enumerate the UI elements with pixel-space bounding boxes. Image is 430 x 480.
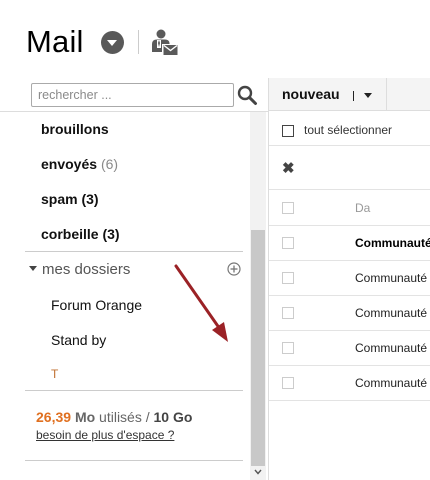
folder-sent[interactable]: envoyés (6) (41, 156, 118, 172)
storage-total: 10 Go (153, 409, 193, 425)
folder-drafts[interactable]: brouillons (41, 121, 109, 137)
subfolder-forum-orange[interactable]: Forum Orange (51, 297, 142, 313)
divider (25, 251, 243, 252)
close-icon[interactable]: ✖ (282, 159, 295, 177)
scroll-thumb[interactable] (251, 230, 265, 466)
app-title: Mail (26, 24, 84, 59)
subfolder-stand-by[interactable]: Stand by (51, 332, 106, 348)
message-sender: Communauté (355, 376, 428, 390)
folder-count: (3) (81, 191, 99, 207)
folder-count: (6) (100, 156, 119, 172)
message-row[interactable]: Communauté (269, 331, 430, 366)
divider (0, 111, 268, 112)
message-pane: nouveau tout sélectionner ✖ Da Communaut… (268, 78, 430, 480)
message-sender: Communauté (355, 341, 428, 355)
folder-label: brouillons (41, 121, 109, 137)
header-divider (138, 30, 139, 54)
sidebar: brouillons envoyés (6) spam (3) corbeill… (0, 78, 268, 480)
search-input[interactable] (31, 83, 234, 107)
new-button[interactable]: nouveau (282, 86, 340, 102)
message-checkbox[interactable] (282, 202, 294, 214)
contacts-icon[interactable] (151, 28, 179, 58)
message-sender: Communauté (355, 271, 428, 285)
message-checkbox[interactable] (282, 377, 294, 389)
message-row[interactable]: Communauté (269, 226, 430, 261)
new-button-separator (353, 91, 354, 101)
app-header: Mail (0, 0, 430, 78)
folder-trash[interactable]: corbeille (3) (41, 226, 120, 242)
message-sender: Communauté (355, 236, 430, 250)
folder-count: (3) (102, 226, 120, 242)
message-row[interactable]: Communauté (269, 261, 430, 296)
message-checkbox[interactable] (282, 237, 294, 249)
my-folders-toggle[interactable]: mes dossiers (29, 261, 130, 278)
message-row[interactable]: Da (269, 191, 430, 226)
select-all-label[interactable]: tout sélectionner (304, 123, 392, 137)
subfolder-t[interactable]: T (51, 367, 58, 381)
my-folders-label: mes dossiers (42, 261, 131, 278)
message-checkbox[interactable] (282, 307, 294, 319)
folder-label: spam (41, 191, 78, 207)
message-row[interactable]: Communauté (269, 296, 430, 331)
folder-spam[interactable]: spam (3) (41, 191, 99, 207)
divider (25, 390, 243, 391)
message-row[interactable]: Communauté (269, 366, 430, 401)
storage-used-unit: Mo (74, 409, 96, 425)
caret-down-icon (29, 266, 37, 271)
search-icon[interactable] (236, 84, 258, 106)
folder-label: corbeille (41, 226, 99, 242)
storage-usage: 26,39 Mo utilisés / 10 Go (36, 409, 192, 425)
storage-used: 26,39 (36, 409, 72, 425)
annotation-arrow-icon (174, 264, 228, 342)
close-row: ✖ (269, 147, 430, 190)
select-all-row: tout sélectionner (269, 112, 430, 146)
scroll-down-icon[interactable] (254, 468, 262, 476)
add-folder-icon[interactable] (227, 262, 241, 276)
chevron-down-circle-icon[interactable] (101, 31, 124, 54)
select-all-checkbox[interactable] (282, 125, 294, 137)
message-sender: Da (355, 201, 371, 215)
storage-used-label: utilisés / (99, 409, 150, 425)
divider (25, 460, 243, 461)
more-space-link[interactable]: besoin de plus d'espace ? (36, 428, 174, 442)
toolbar: nouveau (269, 78, 430, 111)
new-dropdown-icon[interactable] (364, 93, 372, 98)
message-sender: Communauté (355, 306, 428, 320)
message-checkbox[interactable] (282, 272, 294, 284)
folder-label: envoyés (41, 156, 98, 172)
sidebar-scrollbar[interactable] (250, 112, 266, 480)
divider (386, 78, 387, 111)
message-checkbox[interactable] (282, 342, 294, 354)
